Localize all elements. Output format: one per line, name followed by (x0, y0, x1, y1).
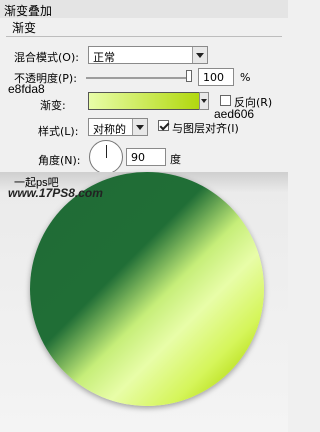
blend-mode-value: 正常 (93, 51, 115, 64)
style-value: 对称的 (93, 123, 126, 136)
angle-unit: 度 (170, 153, 181, 166)
opacity-input[interactable]: 100 (198, 68, 234, 86)
chevron-down-icon (192, 47, 207, 63)
watermark-url: www.17PS8.com (8, 186, 103, 200)
gradient-circle-preview (30, 172, 264, 406)
angle-label: 角度(N): (38, 154, 81, 167)
style-label: 样式(L): (38, 125, 79, 138)
angle-needle (106, 145, 107, 158)
style-select[interactable]: 对称的 (88, 118, 148, 136)
align-with-layer-label: 与图层对齐(I) (172, 122, 239, 135)
opacity-unit: % (240, 71, 251, 84)
angle-input[interactable]: 90 (126, 148, 166, 166)
gradient-picker-arrow[interactable] (199, 92, 209, 110)
gradient-end-color: aed606 (214, 107, 255, 121)
chevron-down-icon (132, 119, 147, 135)
align-with-layer-checkbox[interactable] (158, 120, 169, 131)
opacity-slider-thumb[interactable] (186, 70, 192, 82)
panel-title: 渐变叠加 (4, 4, 53, 18)
gradient-label: 渐变: (40, 99, 66, 112)
chevron-down-icon (200, 93, 208, 109)
blend-mode-label: 混合模式(O): (14, 51, 79, 64)
gradient-swatch[interactable] (88, 92, 206, 110)
reverse-checkbox[interactable] (220, 95, 231, 106)
gradient-start-color: e8fda8 (8, 82, 45, 96)
angle-dial[interactable] (89, 140, 123, 174)
group-title: 渐变 (12, 21, 37, 35)
group-divider (6, 36, 282, 37)
opacity-slider-track[interactable] (86, 77, 192, 79)
blend-mode-select[interactable]: 正常 (88, 46, 208, 64)
